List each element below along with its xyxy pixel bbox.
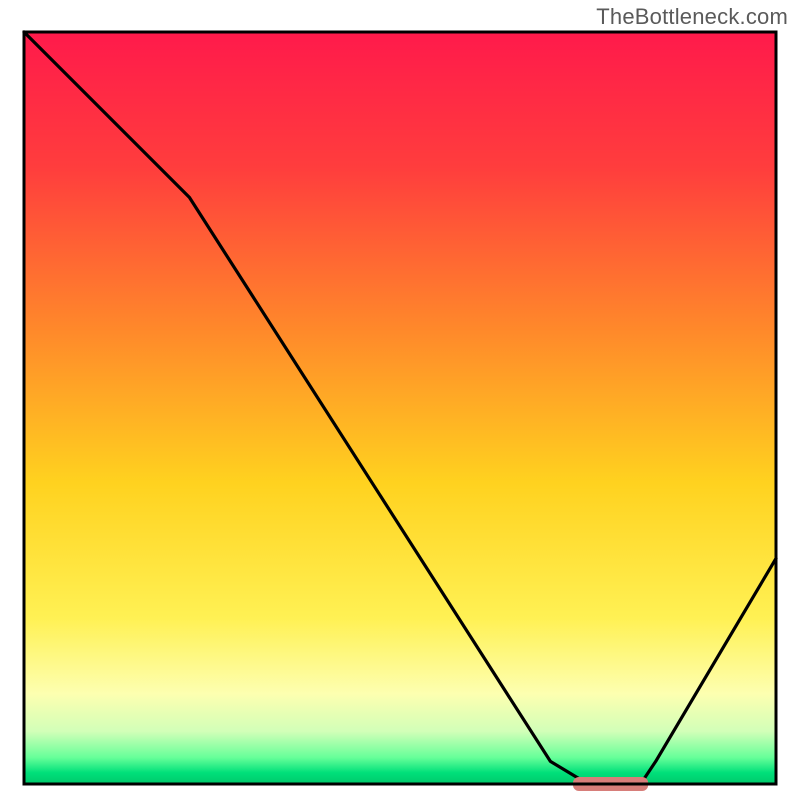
watermark-text: TheBottleneck.com [596, 4, 788, 30]
chart-container: TheBottleneck.com [0, 0, 800, 800]
bottleneck-chart [0, 0, 800, 800]
